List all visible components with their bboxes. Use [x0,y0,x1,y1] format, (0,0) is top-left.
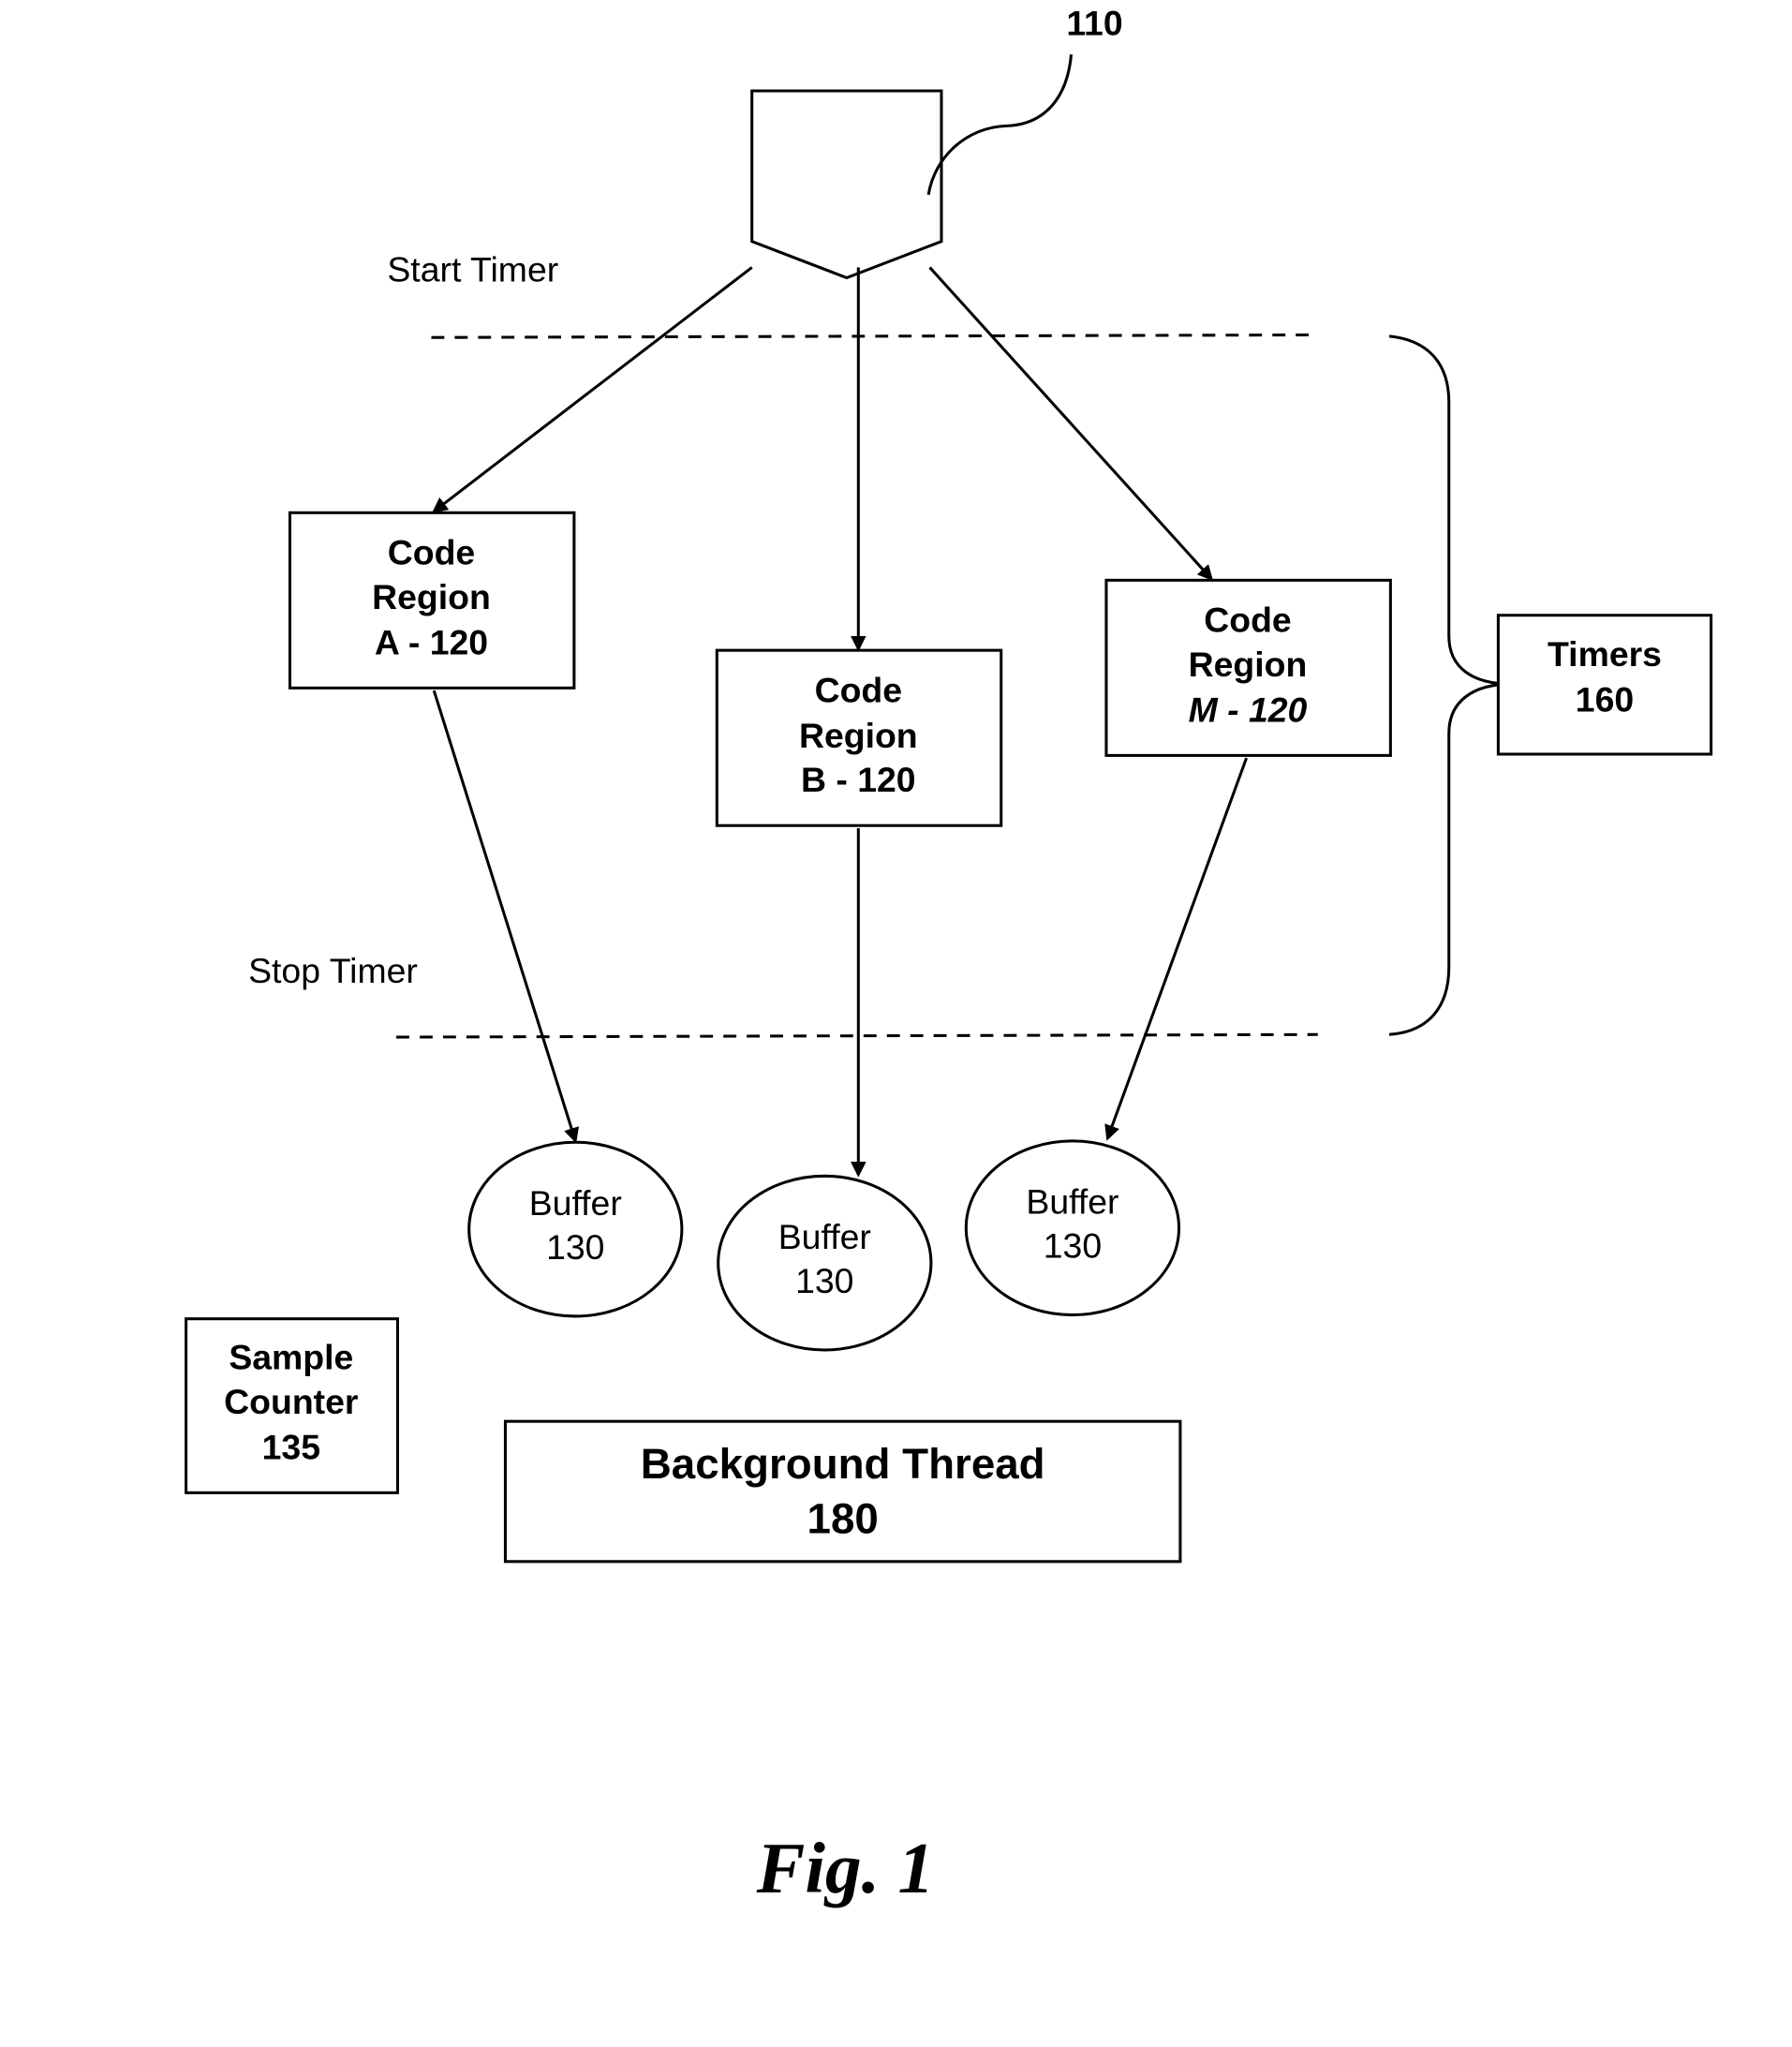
sample-counter-line1: Sample [229,1338,353,1377]
sample-counter-line2: Counter [224,1382,358,1421]
buffer-m: Buffer 130 [964,1139,1181,1317]
buffer-a: Buffer 130 [467,1140,684,1318]
entry-ref-label: 110 [1066,3,1122,42]
code-region-m-id: M - 120 [1189,690,1308,729]
patent-diagram: 110 Start Timer Stop Timer Code Region A… [185,3,1713,1908]
code-region-m-line1: Code [1204,601,1291,640]
background-thread-id: 180 [807,1494,879,1542]
arrow-entry-to-region-a [432,266,753,513]
sample-counter-id: 135 [262,1427,320,1466]
arrow-region-a-to-buffer [432,690,580,1144]
timers-brace [1388,334,1512,1036]
start-timer-boundary [431,333,1318,339]
start-timer-label: Start Timer [387,250,558,289]
timers-box: Timers 160 [1496,614,1713,756]
code-region-a-line1: Code [388,533,475,572]
buffer-a-label: Buffer [529,1183,622,1223]
buffer-b-label: Buffer [778,1217,871,1256]
code-region-b-line2: Region [799,716,918,755]
background-thread-box: Background Thread 180 [503,1419,1182,1564]
code-region-a-line2: Region [372,577,491,616]
code-region-m: Code Region M - 120 [1104,578,1392,757]
code-region-b-line1: Code [815,671,902,710]
code-region-a-id: A - 120 [375,622,488,661]
background-thread-label: Background Thread [641,1440,1045,1488]
buffer-a-id: 130 [546,1227,604,1267]
arrow-entry-to-region-m [928,266,1214,582]
arrow-region-m-to-buffer [1104,757,1249,1141]
buffer-b: Buffer 130 [717,1174,933,1352]
sample-counter-box: Sample Counter 135 [185,1317,399,1494]
figure-caption: Fig. 1 [756,1828,935,1908]
timers-label: Timers [1548,634,1662,674]
entry-node [750,89,943,280]
buffer-m-label: Buffer [1026,1181,1118,1221]
timers-id: 160 [1576,679,1634,719]
code-region-a: Code Region A - 120 [288,511,576,690]
code-region-b-id: B - 120 [801,760,916,799]
code-region-b: Code Region B - 120 [715,648,1003,827]
stop-timer-label: Stop Timer [248,951,418,990]
buffer-b-id: 130 [795,1261,853,1300]
buffer-m-id: 130 [1044,1226,1102,1266]
code-region-m-line2: Region [1189,645,1308,684]
reference-leader-line [926,54,1074,196]
